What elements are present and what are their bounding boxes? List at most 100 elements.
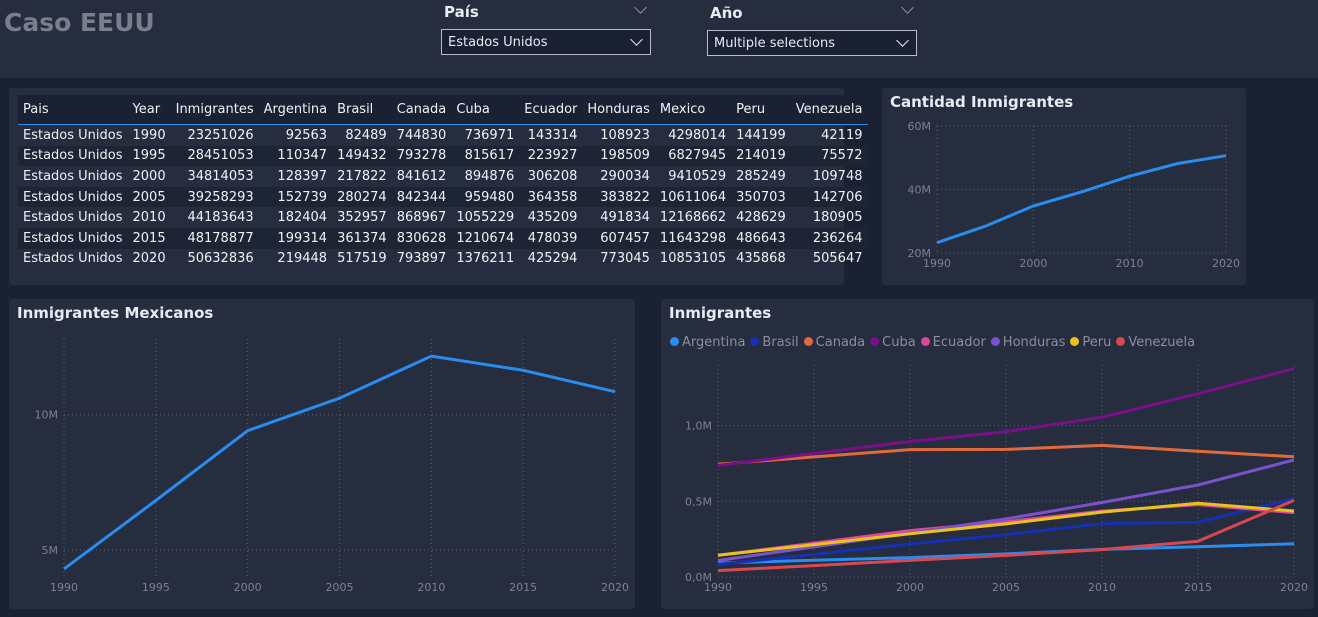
y-tick-label: 40M: [908, 184, 932, 197]
table-cell: 830628: [391, 227, 452, 249]
table-cell: Estados Unidos: [18, 145, 128, 167]
table-cell: 28451053: [170, 145, 259, 167]
legend-label: Venezuela: [1128, 335, 1196, 350]
country-dropdown[interactable]: Estados Unidos: [441, 29, 651, 55]
legend-item[interactable]: Argentina: [670, 335, 745, 350]
table-cell: 744830: [396, 127, 447, 143]
table-cell: 82489: [345, 127, 387, 143]
table-cell: 44183643: [187, 210, 254, 226]
table-cell: 1990: [132, 127, 166, 143]
table-cell: 486643: [731, 227, 791, 249]
legend-label: Canada: [815, 335, 866, 350]
table-cell: 894876: [464, 168, 515, 184]
legend-label: Peru: [1082, 335, 1112, 350]
table-row: Estados Unidos 2010 44183643 182404 352957 86…: [18, 207, 868, 228]
legend-marker-icon: [803, 337, 813, 346]
table-row: Estados Unidos 1990 23251026 92563 82489 7448…: [18, 125, 868, 146]
legend-item[interactable]: Peru: [1070, 335, 1111, 350]
table-cell: 180905: [812, 210, 863, 226]
table-cell: 42119: [821, 127, 863, 143]
column-header[interactable]: Inmigrantes: [170, 95, 259, 125]
table-cell: 350703: [731, 186, 791, 208]
column-header[interactable]: Mexico: [654, 95, 732, 125]
total-immigrants-chart: 20M40M60M1990 2000 2010 2020: [908, 120, 1241, 270]
table-cell: 815617: [451, 145, 520, 167]
table-cell: 428629: [736, 210, 786, 226]
x-tick-label: 2015: [1184, 581, 1212, 594]
column-header[interactable]: Year: [127, 95, 171, 125]
table-cell: 306208: [527, 168, 578, 184]
slicer-year-label: Año: [710, 4, 743, 22]
x-tick-label: 2010: [1088, 581, 1116, 594]
legend-item[interactable]: Brasil: [750, 335, 799, 350]
table-cell: Estados Unidos: [23, 168, 123, 184]
legend-marker-icon: [870, 337, 880, 346]
legend-item[interactable]: Ecuador: [920, 335, 986, 350]
table-cell: 10611064: [654, 186, 732, 208]
column-header[interactable]: Canada: [391, 95, 452, 125]
table-cell: 11643298: [654, 227, 732, 249]
table-cell: 217822: [337, 168, 387, 184]
table-cell: 152739: [258, 186, 333, 208]
legend-label: Honduras: [1002, 335, 1066, 350]
column-header[interactable]: Cuba: [451, 95, 520, 125]
column-header[interactable]: Argentina: [258, 95, 333, 125]
x-tick-label: 2015: [509, 581, 537, 594]
table-cell: 198509: [582, 145, 655, 167]
x-tick-label: 2010: [1116, 257, 1144, 270]
x-tick-label: 1990: [704, 581, 732, 594]
x-tick-label: 2000: [234, 581, 262, 594]
table-cell: 364358: [519, 186, 583, 208]
legend-item[interactable]: Honduras: [990, 335, 1066, 350]
table-row: Estados Unidos 2015 48178877 199314 361374 83…: [18, 227, 868, 249]
table-cell: 75572: [790, 145, 868, 167]
column-header[interactable]: Pais: [18, 95, 128, 125]
table-cell: 214019: [731, 145, 791, 167]
table-row: Estados Unidos 2020 50632836 219448 517519 79…: [18, 249, 868, 270]
table-cell: 435868: [736, 251, 786, 267]
x-tick-label: 1990: [923, 257, 951, 270]
table-cell: 425294: [527, 251, 578, 267]
table-cell: 841612: [396, 168, 447, 184]
table-cell: 793897: [396, 251, 447, 267]
x-tick-label: 2020: [601, 581, 629, 594]
year-dropdown[interactable]: Multiple selections: [707, 30, 917, 56]
chart-legend: Argentina Brasil Canada Cuba Ecuador Honduras…: [670, 335, 1200, 350]
table-cell: 23251026: [187, 127, 254, 143]
table-cell: 505647: [812, 251, 863, 267]
table-cell: 199314: [258, 227, 333, 249]
column-header[interactable]: Ecuador: [519, 95, 583, 125]
table-cell: 435209: [527, 210, 578, 226]
mexican-immigrants-chart: 5M 10M 1990 1995 2000 2005 2010 2015 2020: [35, 339, 629, 594]
legend-marker-icon: [750, 337, 760, 346]
table-cell: Estados Unidos: [18, 186, 128, 208]
table-cell: 793278: [391, 145, 452, 167]
table-cell: 10853105: [659, 251, 727, 267]
legend-item[interactable]: Cuba: [870, 335, 916, 350]
legend-label: Cuba: [882, 335, 916, 350]
table-cell: 2000: [132, 168, 166, 184]
table-cell: Estados Unidos: [23, 127, 123, 143]
table-cell: Estados Unidos: [23, 251, 123, 267]
legend-item[interactable]: Canada: [803, 335, 866, 350]
table-cell: 2020: [132, 251, 166, 267]
table-cell: 1376211: [456, 251, 515, 267]
legend-marker-icon: [920, 337, 930, 346]
legend-item[interactable]: Venezuela: [1116, 335, 1195, 350]
table-cell: 108923: [600, 127, 650, 143]
column-header[interactable]: Brasil: [332, 95, 392, 125]
column-header[interactable]: Honduras: [582, 95, 655, 125]
column-header[interactable]: Peru: [731, 95, 791, 125]
x-tick-label: 1995: [142, 581, 170, 594]
column-header[interactable]: Venezuela: [790, 95, 868, 125]
table-cell: 12168662: [659, 210, 727, 226]
x-tick-label: 2000: [896, 581, 924, 594]
table-cell: 868967: [396, 210, 447, 226]
table-row: Estados Unidos 2000 34814053 128397 217822 84…: [18, 166, 868, 187]
table-cell: 2010: [132, 210, 166, 226]
table-cell: 285249: [736, 168, 786, 184]
x-tick-label: 2020: [1280, 581, 1308, 594]
table-header-row: Pais Year Inmigrantes Argentina Brasil C…: [18, 95, 868, 125]
table-cell: Estados Unidos: [18, 227, 128, 249]
header-bar: [0, 0, 1318, 78]
